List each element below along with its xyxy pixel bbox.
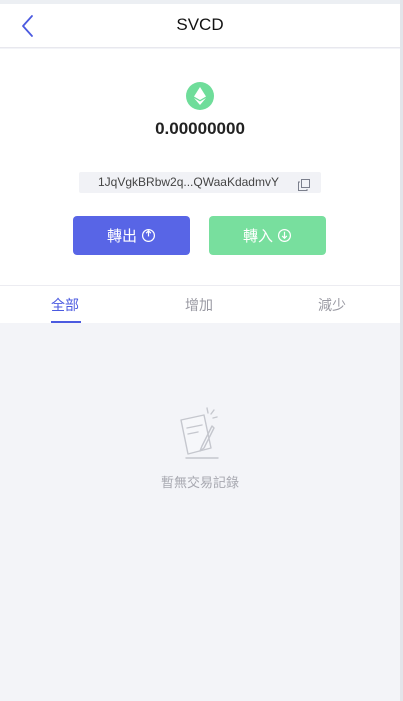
tab-increase[interactable]: 增加 [185, 295, 213, 315]
power-down-icon [277, 228, 292, 243]
address-box: 1JqVgkBRbw2q...QWaaKdadmvY [79, 172, 321, 193]
tab-decrease[interactable]: 減少 [318, 295, 346, 315]
tab-all[interactable]: 全部 [51, 295, 79, 315]
copy-icon[interactable] [298, 176, 310, 195]
empty-message: 暫無交易記錄 [160, 476, 239, 491]
ethereum-icon [186, 82, 214, 110]
transfer-out-button[interactable]: 轉出 [73, 216, 190, 255]
page-title: SVCD [176, 15, 224, 34]
filter-tabs: 全部 增加 減少 [0, 285, 400, 323]
power-up-icon [141, 228, 156, 243]
wallet-address: 1JqVgkBRbw2q...QWaaKdadmvY [98, 175, 279, 189]
transfer-in-button[interactable]: 轉入 [209, 216, 326, 255]
transfer-out-label: 轉出 [106, 228, 137, 245]
active-tab-indicator [51, 321, 81, 323]
balance-value: 0.00000000 [155, 119, 245, 138]
wallet-card: 0.00000000 1JqVgkBRbw2q...QWaaKdadmvY 轉出… [0, 49, 400, 285]
empty-records-icon [174, 404, 224, 466]
nav-header: SVCD [0, 4, 400, 48]
transfer-in-label: 轉入 [242, 228, 273, 245]
